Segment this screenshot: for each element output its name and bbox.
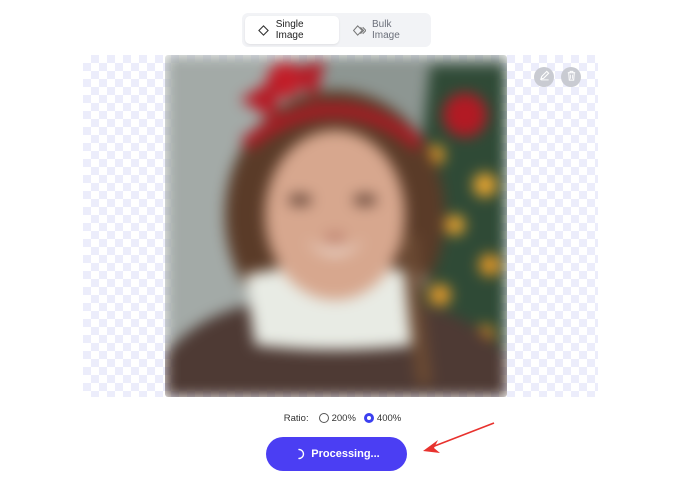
diamond-icon: [257, 23, 270, 37]
upscaler-page: Single Image Bulk Image Ratio: 200% 400%…: [0, 0, 687, 490]
edit-button[interactable]: [534, 67, 554, 87]
annotation-arrow-icon: [423, 422, 495, 453]
pencil-icon: [539, 68, 550, 86]
ratio-selector: Ratio: 200% 400%: [0, 410, 687, 426]
ratio-option-200[interactable]: 200%: [318, 412, 356, 424]
tab-bulk-image[interactable]: Bulk Image: [341, 16, 427, 44]
uploaded-image-preview: [165, 55, 507, 397]
ratio-200-radio[interactable]: [318, 413, 329, 423]
ratio-option-400[interactable]: 400%: [363, 412, 402, 424]
ratio-400-label: 400%: [376, 412, 402, 424]
layers-icon: [353, 23, 366, 37]
mode-tabs: Single Image Bulk Image: [242, 13, 431, 47]
processing-button-label: Processing...: [311, 448, 380, 460]
ratio-200-label: 200%: [331, 412, 356, 424]
tab-single-image-label: Single Image: [275, 19, 304, 41]
tab-bulk-image-label: Bulk Image: [372, 19, 400, 41]
processing-button[interactable]: Processing...: [266, 437, 407, 471]
spinner-icon: [293, 448, 305, 460]
ratio-400-radio[interactable]: [363, 413, 374, 423]
tab-single-image[interactable]: Single Image: [245, 16, 339, 44]
delete-button[interactable]: [561, 67, 581, 87]
ratio-label: Ratio:: [283, 412, 309, 424]
trash-icon: [566, 68, 577, 86]
